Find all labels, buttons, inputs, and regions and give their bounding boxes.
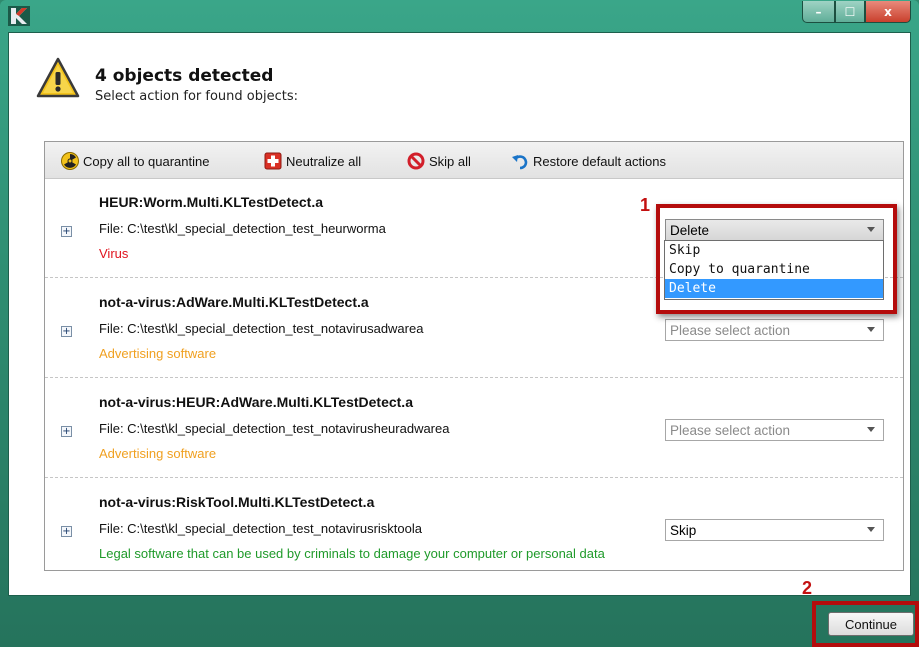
prohibited-icon [407, 152, 425, 170]
object-category: Virus [99, 246, 129, 261]
expand-button[interactable]: + [61, 526, 72, 537]
annotation-marker-1: 1 [640, 195, 651, 215]
object-category: Legal software that can be used by crimi… [99, 546, 605, 561]
neutralize-all-label: Neutralize all [286, 153, 362, 169]
chevron-down-icon [867, 327, 875, 332]
title-bar: – ☐ x [0, 0, 919, 32]
list-item: not-a-virus:HEUR:AdWare.Multi.KLTestDete… [45, 378, 903, 478]
expand-button[interactable]: + [61, 326, 72, 337]
restore-default-actions-button[interactable]: Restore default actions [511, 151, 666, 171]
object-name: HEUR:Worm.Multi.KLTestDetect.a [99, 194, 324, 210]
chevron-down-icon [867, 427, 875, 432]
restore-default-label: Restore default actions [533, 153, 666, 169]
page-title: 4 objects detected [95, 66, 274, 86]
page-subtitle: Select action for found objects: [95, 89, 298, 104]
action-select-value: Please select action [670, 322, 791, 338]
annotation-highlight-1 [656, 204, 897, 314]
object-file-path: File: C:\test\kl_special_detection_test_… [99, 421, 450, 436]
skip-all-button[interactable]: Skip all [407, 151, 471, 171]
undo-arrow-icon [512, 155, 528, 170]
close-button[interactable]: x [865, 1, 911, 23]
object-category: Advertising software [99, 446, 217, 461]
expand-button[interactable]: + [61, 226, 72, 237]
action-select-value: Skip [670, 522, 697, 538]
copy-all-label: Copy all to quarantine [83, 153, 210, 169]
warning-icon [36, 57, 80, 98]
minimize-button[interactable]: – [802, 1, 835, 23]
object-file-path: File: C:\test\kl_special_detection_test_… [99, 221, 386, 236]
medical-cross-icon [264, 152, 282, 170]
object-name: not-a-virus:HEUR:AdWare.Multi.KLTestDete… [99, 394, 413, 410]
action-select[interactable]: Please select action [665, 419, 884, 441]
copy-all-to-quarantine-button[interactable]: Copy all to quarantine [61, 151, 209, 171]
object-category: Advertising software [99, 346, 217, 361]
annotation-marker-2: 2 [802, 578, 813, 598]
chevron-down-icon [867, 527, 875, 532]
list-item: not-a-virus:RiskTool.Multi.KLTestDetect.… [45, 478, 903, 570]
object-name: not-a-virus:AdWare.Multi.KLTestDetect.a [99, 294, 369, 310]
action-select[interactable]: Please select action [665, 319, 884, 341]
neutralize-all-button[interactable]: Neutralize all [264, 151, 361, 171]
expand-button[interactable]: + [61, 426, 72, 437]
dialog-footer [0, 596, 919, 647]
object-file-path: File: C:\test\kl_special_detection_test_… [99, 521, 422, 536]
radiation-icon [61, 152, 79, 170]
object-name: not-a-virus:RiskTool.Multi.KLTestDetect.… [99, 494, 375, 510]
skip-all-label: Skip all [429, 153, 471, 169]
maximize-button[interactable]: ☐ [835, 1, 865, 23]
action-select[interactable]: Skip [665, 519, 884, 541]
annotation-highlight-2 [812, 601, 919, 647]
actions-toolbar: Copy all to quarantine Neutralize all Sk… [45, 142, 903, 179]
action-select-value: Please select action [670, 422, 791, 438]
kaspersky-logo-icon [8, 6, 30, 26]
object-file-path: File: C:\test\kl_special_detection_test_… [99, 321, 424, 336]
app-window: – ☐ x 4 objects detected Select action f… [0, 0, 919, 647]
